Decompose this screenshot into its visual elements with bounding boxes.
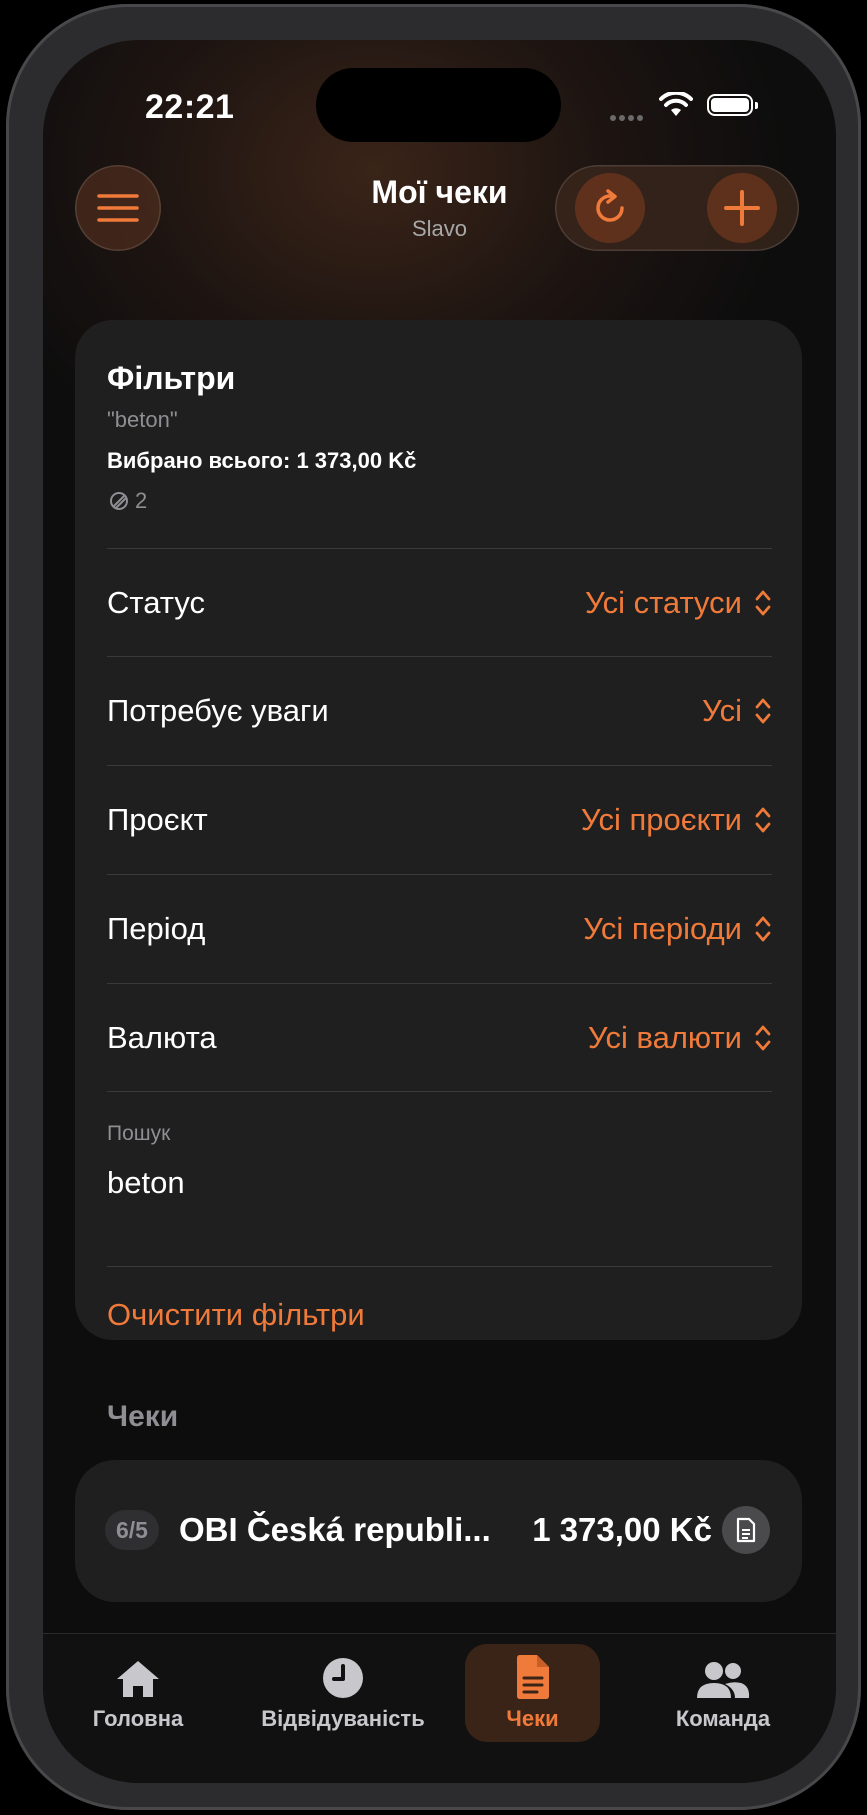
filter-row-label: Проєкт <box>107 802 208 837</box>
tab-home[interactable]: Головна <box>93 1644 183 1742</box>
refresh-button[interactable] <box>575 173 645 243</box>
chevron-updown-icon <box>755 807 771 833</box>
filter-row-value[interactable]: Усі проєкти <box>581 802 772 838</box>
receipt-document-button[interactable] <box>722 1506 770 1554</box>
filter-row-label: Період <box>107 911 206 946</box>
wifi-icon <box>659 90 693 123</box>
tab-receipts[interactable]: Чеки <box>465 1644 600 1742</box>
filter-row-value[interactable]: Усі валюти <box>588 1020 772 1056</box>
filters-card: Фільтри "beton" Вибрано всього: 1 373,00… <box>75 320 802 1340</box>
home-icon <box>114 1654 162 1700</box>
battery-icon <box>707 94 758 116</box>
search-input[interactable]: beton <box>107 1165 185 1201</box>
filters-query: "beton" <box>107 407 178 432</box>
chevron-updown-icon <box>755 698 771 724</box>
document-icon <box>515 1654 551 1700</box>
filter-row-period[interactable]: Період Усі періоди <box>107 874 772 983</box>
tab-team[interactable]: Команда <box>663 1644 783 1742</box>
receipt-score-badge: 6/5 <box>105 1510 159 1550</box>
filter-row-value[interactable]: Усі статуси <box>585 585 772 621</box>
tab-label: Головна <box>92 1706 184 1731</box>
document-icon <box>736 1517 756 1543</box>
receipt-list-item[interactable]: 6/5 OBI Česká republi... 1 373,00 Kč <box>75 1460 802 1602</box>
search-label: Пошук <box>107 1122 171 1145</box>
plus-icon <box>724 190 760 226</box>
receipt-amount: 1 373,00 Kč <box>532 1511 712 1548</box>
filters-count-badge: 2 <box>107 488 147 514</box>
tab-label: Відвідуваність <box>261 1706 425 1731</box>
status-time: 22:21 <box>145 88 235 126</box>
tab-attendance[interactable]: Відвідуваність <box>253 1644 433 1742</box>
cellular-signal-icon <box>610 108 646 126</box>
filter-row-attention[interactable]: Потребує уваги Усі <box>107 656 772 765</box>
screen: 22:21 Мої чеки Slavo Фільтри "beton" Виб… <box>43 40 836 1783</box>
receipt-merchant: OBI Česká republi... <box>179 1511 491 1548</box>
chevron-updown-icon <box>755 916 771 942</box>
dynamic-island <box>316 68 561 142</box>
header-actions <box>555 165 799 251</box>
filters-title: Фільтри <box>107 360 236 396</box>
filter-row-label: Статус <box>107 585 205 620</box>
device-frame: 22:21 Мої чеки Slavo Фільтри "beton" Виб… <box>6 4 861 1810</box>
add-receipt-button[interactable] <box>707 173 777 243</box>
clear-filters-button[interactable]: Очистити фільтри <box>107 1266 772 1340</box>
tab-label: Чеки <box>506 1706 559 1731</box>
chevron-updown-icon <box>755 1025 771 1051</box>
tab-bar: Головна Відвідуваність Чеки Команда <box>43 1633 836 1783</box>
filter-row-value[interactable]: Усі <box>702 693 772 729</box>
refresh-icon <box>596 189 624 222</box>
filter-row-value[interactable]: Усі періоди <box>583 911 772 947</box>
filter-row-currency[interactable]: Валюта Усі валюти <box>107 983 772 1092</box>
clock-icon <box>321 1654 365 1700</box>
filter-count-icon <box>110 492 128 510</box>
filters-count: 2 <box>135 488 148 513</box>
filter-row-project[interactable]: Проєкт Усі проєкти <box>107 765 772 874</box>
tab-label: Команда <box>675 1706 771 1731</box>
people-icon <box>695 1654 751 1700</box>
receipts-section-title: Чеки <box>107 1400 179 1433</box>
filters-total: Вибрано всього: 1 373,00 Kč <box>107 448 417 473</box>
filter-row-label: Валюта <box>107 1020 217 1055</box>
chevron-updown-icon <box>755 590 771 616</box>
divider <box>107 1091 772 1092</box>
filter-row-status[interactable]: Статус Усі статуси <box>107 548 772 657</box>
filter-row-label: Потребує уваги <box>107 693 329 728</box>
